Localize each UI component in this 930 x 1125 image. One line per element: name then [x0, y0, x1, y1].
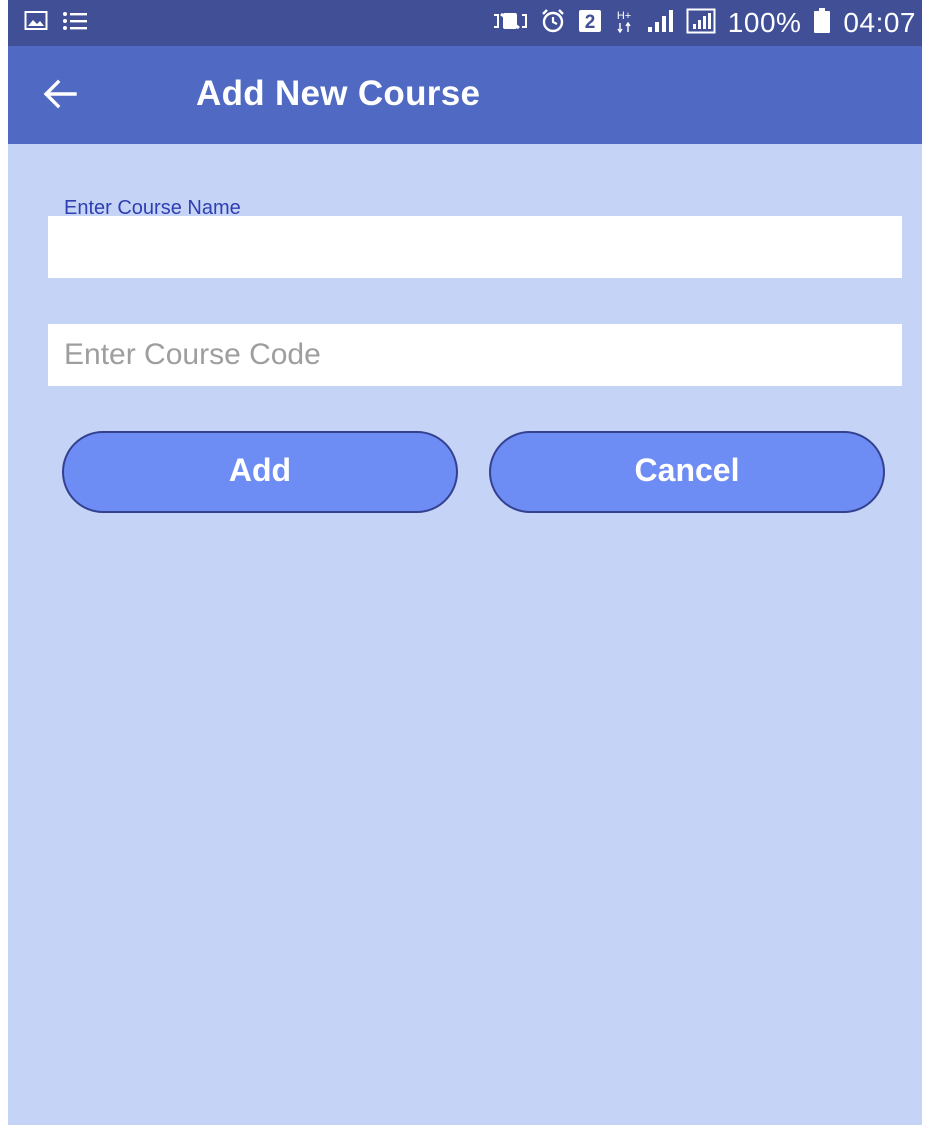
network-type-label: H+ [617, 10, 631, 22]
signal-icon [646, 9, 674, 38]
status-bar: 2 H+ 100% 04:07 [8, 0, 922, 46]
gallery-icon [24, 10, 48, 37]
arrow-left-icon [43, 79, 77, 114]
course-code-input[interactable]: Enter Course Code [48, 324, 902, 386]
course-code-placeholder: Enter Course Code [64, 338, 321, 371]
app-screen: 2 H+ 100% 04:07 Add New Course Enter Cou… [8, 0, 922, 1125]
back-button[interactable] [34, 70, 86, 122]
battery-icon [813, 7, 831, 39]
sim-2-icon: 2 [578, 9, 602, 38]
list-icon [62, 10, 88, 37]
network-hplus-icon: H+ [614, 8, 634, 39]
status-right-icons: 2 H+ 100% 04:07 [492, 6, 916, 40]
status-left-icons [24, 10, 88, 37]
cancel-button[interactable]: Cancel [489, 431, 885, 513]
alarm-icon [540, 8, 566, 39]
sim-badge-number: 2 [585, 12, 596, 33]
battery-percent: 100% [727, 7, 802, 38]
app-bar: Add New Course [8, 46, 922, 144]
course-name-input[interactable] [48, 216, 902, 278]
page-title: Add New Course [196, 74, 481, 113]
add-button[interactable]: Add [62, 431, 458, 513]
signal-boxed-icon [686, 8, 716, 39]
status-clock: 04:07 [843, 7, 916, 38]
mute-vibrate-icon [492, 9, 528, 38]
